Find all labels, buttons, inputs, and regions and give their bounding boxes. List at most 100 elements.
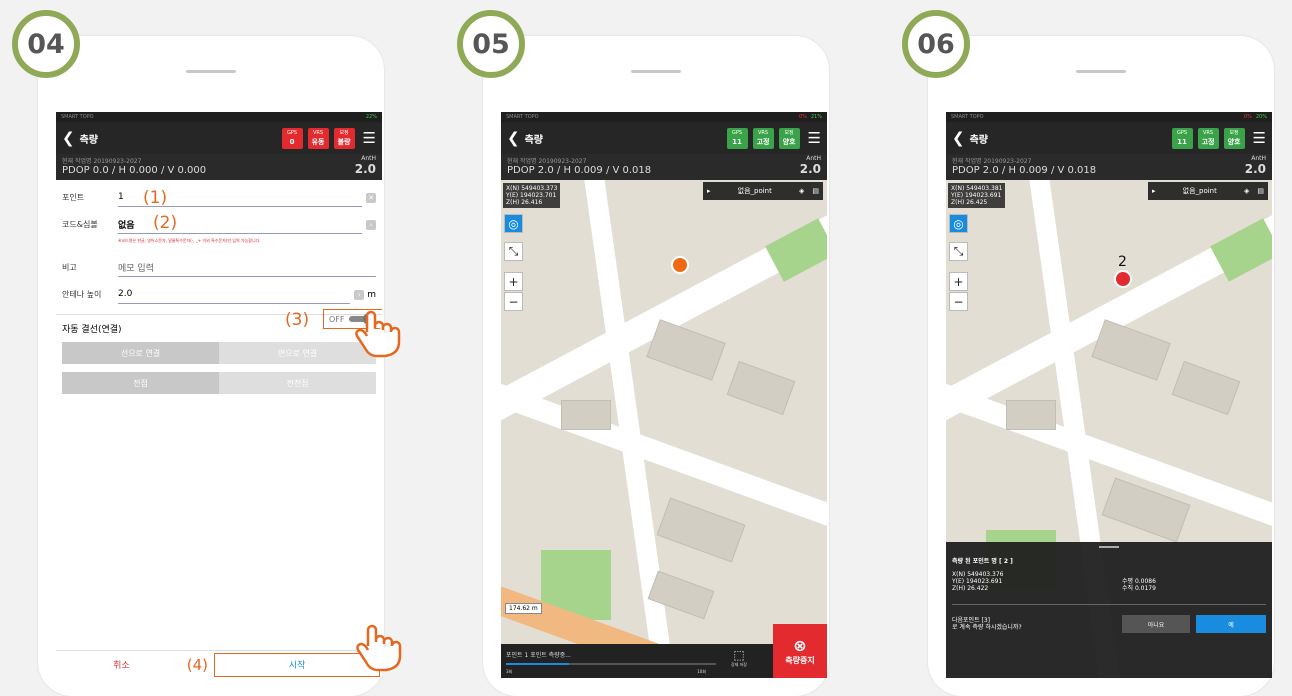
map-view[interactable]: X(N) 549403.373 Y(E) 194023.701 Z(H) 26.41… — [501, 180, 827, 678]
chevron-right-icon[interactable]: › — [366, 219, 376, 230]
point-type-segment: 전점 전전점 — [62, 372, 376, 394]
play-icon[interactable]: ▸ — [703, 187, 715, 195]
back-icon[interactable]: ❮ — [507, 129, 520, 147]
correction-label: 보정 — [339, 129, 349, 136]
progress-fill — [506, 663, 569, 665]
annotation-2: (2) — [153, 213, 178, 233]
app-name: SMART TOPO — [61, 114, 94, 120]
info-bar: 현재 작업명 20190923-2027 PDOP 0.0 / H 0.000 /… — [56, 154, 382, 180]
vrs-label: VRS — [1203, 129, 1214, 136]
chevron-right-icon[interactable]: › — [354, 289, 365, 300]
job-label: 현재 작업명 — [952, 158, 982, 165]
force-save-button[interactable]: ⬚ 강제 저장 — [731, 648, 747, 668]
pdop-readout: PDOP 0.0 / H 0.000 / V 0.000 — [62, 165, 207, 176]
gps-status: GPS 0 — [281, 127, 303, 149]
locate-icon[interactable]: ◎ — [949, 214, 968, 233]
antenna-label: 안테나 높이 — [62, 290, 102, 299]
memo-input[interactable]: 메모 입력 — [118, 259, 376, 277]
map-scale: 174.62 m — [505, 603, 542, 614]
fullscreen-icon[interactable]: ⤡ — [504, 242, 523, 261]
next-point-label: 다음포인트 [3] — [952, 617, 991, 624]
correction-value: 양호 — [1227, 137, 1241, 146]
save-icon: ⬚ — [733, 648, 745, 662]
battery-low: 0% — [1243, 114, 1252, 120]
point-number-label: 2 — [1118, 254, 1127, 270]
point-row: 포인트 1 ✕ — [56, 184, 382, 211]
gps-value: 0 — [289, 137, 295, 146]
step-badge-04: 04 — [12, 10, 80, 78]
seg-prev-point-button[interactable]: 전전점 — [219, 372, 376, 394]
clear-icon[interactable]: ✕ — [366, 192, 376, 203]
gps-position-marker — [671, 256, 689, 274]
correction-label: 보정 — [784, 129, 794, 136]
correction-value: 불량 — [337, 137, 351, 146]
status-bar: SMART TOPO 0% 21% — [501, 112, 827, 122]
screen-measure-result: SMART TOPO 0% 20% ❮ 측량 GPS 11 VRS 고정 보정 양호 ☰ 현… — [946, 112, 1272, 678]
gps-label: GPS — [1177, 129, 1188, 136]
play-icon[interactable]: ▸ — [1148, 187, 1160, 195]
antenna-value: 2.0 — [118, 289, 133, 299]
menu-icon[interactable]: ☰ — [808, 129, 821, 147]
divider — [952, 604, 1266, 605]
drag-handle[interactable] — [1099, 546, 1119, 548]
cancel-button[interactable]: 취소 — [56, 658, 187, 671]
result-values: X(N) 549403.376 Y(E) 194023.691 Z(H) 26.42… — [946, 565, 1272, 592]
job-name: 20190923-2027 — [93, 158, 142, 165]
toggle-label: OFF — [329, 314, 345, 324]
anth-label: AntH — [1251, 155, 1266, 162]
gps-status: GPS 11 — [1171, 127, 1193, 149]
locate-icon[interactable]: ◎ — [504, 214, 523, 233]
result-title: 측량 된 포인트 명 [ 2 ] — [952, 558, 1013, 565]
title-bar: ❮ 측량 GPS 11 VRS 고정 보정 양호 ☰ — [946, 122, 1272, 154]
coord-y: Y(E) 194023.701 — [506, 192, 557, 199]
status-bar: SMART TOPO 0% 20% — [946, 112, 1272, 122]
stop-measure-button[interactable]: ⊗ 측량중지 — [773, 624, 827, 678]
antenna-input[interactable]: 2.0 — [118, 286, 351, 304]
app-name: SMART TOPO — [951, 114, 984, 120]
zoom-out-button[interactable]: − — [504, 292, 523, 311]
job-name: 20190923-2027 — [983, 158, 1032, 165]
list-icon[interactable]: ▤ — [808, 187, 823, 195]
battery-low: 0% — [798, 114, 807, 120]
menu-icon[interactable]: ☰ — [363, 129, 376, 147]
job-name: 20190923-2027 — [538, 158, 587, 165]
gps-value: 11 — [732, 137, 742, 146]
map-building — [1171, 360, 1241, 416]
list-icon[interactable]: ▤ — [1253, 187, 1268, 195]
layer-bar[interactable]: ▸ 없음_point ◈ ▤ — [1148, 182, 1268, 200]
yes-button[interactable]: 예 — [1196, 615, 1266, 633]
menu-icon[interactable]: ☰ — [1253, 129, 1266, 147]
fullscreen-icon[interactable]: ⤡ — [949, 242, 968, 261]
status-bar: SMART TOPO 22% — [56, 112, 382, 122]
layer-bar[interactable]: ▸ 없음_point ◈ ▤ — [703, 182, 823, 200]
line-type-segment: 선으로 연결 면으로 연결 — [62, 342, 376, 364]
back-icon[interactable]: ❮ — [62, 129, 75, 147]
seg-point-button[interactable]: 전점 — [62, 372, 219, 394]
map-building — [726, 360, 796, 416]
layers-icon[interactable]: ◈ — [795, 187, 808, 195]
zoom-in-button[interactable]: + — [504, 272, 523, 291]
coordinate-readout: X(N) 549403.381 Y(E) 194023.691 Z(H) 26.42… — [948, 183, 1006, 208]
title-bar: ❮ 측량 GPS 0 VRS 유동 보정 불량 ☰ — [56, 122, 382, 154]
page-title: 측량 — [79, 134, 98, 146]
code-hint: ※코드명은 한글, 영어소문자, 밑줄특수문자(-, _+ 이외 특수문자)만 … — [118, 238, 261, 243]
annotation-4: (4) — [186, 655, 208, 674]
layer-name: 없음_point — [1182, 187, 1217, 195]
no-button[interactable]: 아니요 — [1122, 615, 1190, 633]
correction-status: 보정 불량 — [333, 127, 355, 149]
phone-04: SMART TOPO 22% ❮ 측량 GPS 0 VRS 유동 보정 불량 ☰ 현재 작… — [38, 36, 384, 696]
layers-icon[interactable]: ◈ — [1240, 187, 1253, 195]
auto-connect-label: 자동 결선(연결) — [62, 325, 122, 335]
pdop-readout: PDOP 2.0 / H 0.009 / V 0.018 — [507, 165, 652, 176]
correction-status: 보정 양호 — [778, 127, 800, 149]
info-bar: 현재 작업명 20190923-2027 PDOP 2.0 / H 0.009 /… — [946, 154, 1272, 180]
zoom-in-button[interactable]: + — [949, 272, 968, 291]
zoom-out-button[interactable]: − — [949, 292, 968, 311]
anth-value: 2.0 — [354, 162, 376, 176]
vrs-value: 고정 — [1201, 137, 1215, 146]
back-icon[interactable]: ❮ — [952, 129, 965, 147]
vrs-label: VRS — [758, 129, 769, 136]
seg-line-button[interactable]: 선으로 연결 — [62, 342, 219, 364]
phone-05: SMART TOPO 0% 21% ❮ 측량 GPS 11 VRS 고정 보정 양호 ☰ 현… — [483, 36, 829, 696]
map-view[interactable]: 2 X(N) 549403.381 Y(E) 194023.691 Z(H) 26.… — [946, 180, 1272, 678]
